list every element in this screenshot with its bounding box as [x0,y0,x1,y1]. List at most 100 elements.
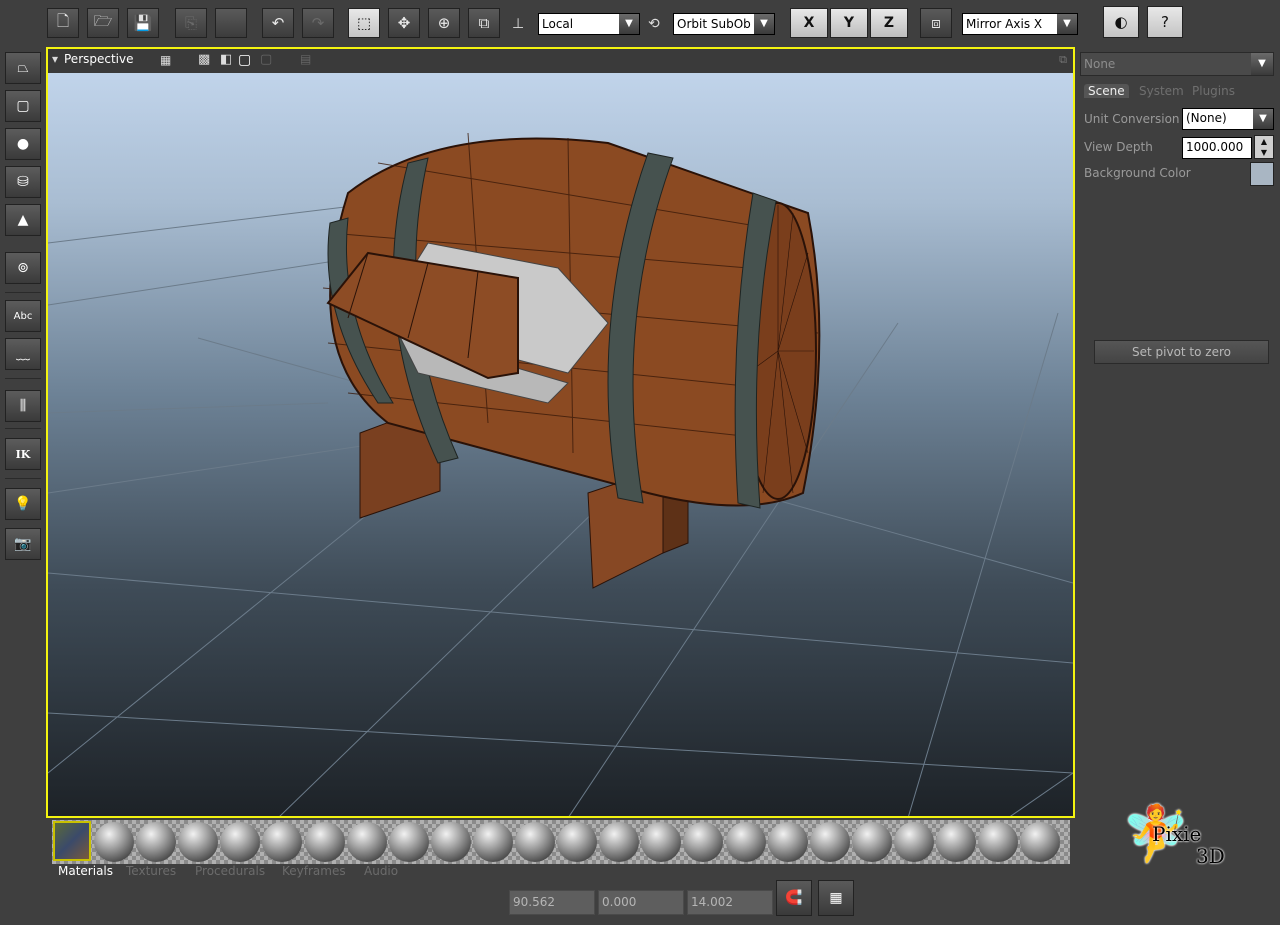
material-slot[interactable] [767,822,808,862]
wireframe-mode-icon[interactable]: ▢ [238,52,251,68]
material-slot[interactable] [809,822,850,862]
material-slot[interactable] [978,822,1019,862]
viewport-menu-arrow-icon[interactable]: ▾ [52,52,58,66]
toolbar-divider [5,478,41,479]
tab-system[interactable]: System [1139,84,1184,98]
object-select[interactable]: None ▼ [1080,52,1274,76]
help-icon: ? [1161,13,1169,31]
view-depth-spinner[interactable]: ▲ ▼ [1254,135,1274,159]
create-cube-button[interactable]: ▢ [5,90,41,122]
material-slot[interactable] [178,822,219,862]
material-slot[interactable] [936,822,976,862]
cylinder-icon: ⛁ [17,174,29,190]
spinner-up-icon[interactable]: ▲ [1255,136,1273,147]
material-slot[interactable] [1020,822,1061,862]
axis-z-toggle[interactable]: Z [870,8,908,38]
material-slot[interactable] [136,822,177,862]
mirror-axis-select[interactable]: Mirror Axis X ▼ [962,13,1078,35]
coord-space-select[interactable]: Local ▼ [538,13,640,35]
set-pivot-button[interactable]: Set pivot to zero [1094,340,1269,364]
coord-y-value: 0.000 [602,895,637,909]
set-pivot-label: Set pivot to zero [1132,345,1231,359]
material-slot[interactable] [388,822,429,862]
create-camera-button[interactable]: 📷 [5,528,41,560]
viewport-header: ▾ Perspective ▦ ▩ ◧ ▢ ▢ ▤ ⧉ [48,49,1073,73]
material-slot[interactable] [599,822,640,862]
axis-y-toggle[interactable]: Y [830,8,868,38]
create-cone-button[interactable]: ▲ [5,204,41,236]
coord-z-field[interactable]: 14.002 [687,890,773,915]
coord-x-field[interactable]: 90.562 [509,890,595,915]
mirror-button[interactable]: ⧈ [920,8,952,38]
material-slot[interactable] [557,822,598,862]
tab-materials[interactable]: Materials [58,864,113,878]
copy-button[interactable]: ⎘ [175,8,207,38]
undo-button[interactable]: ↶ [262,8,294,38]
view-depth-input[interactable]: 1000.000 [1182,137,1252,159]
coord-y-field[interactable]: 0.000 [598,890,684,915]
create-text-button[interactable]: Abc [5,300,41,332]
move-tool-button[interactable]: ✥ [388,8,420,38]
paste-button[interactable] [215,8,247,38]
orbit-mode-value: Orbit SubOb [677,17,751,31]
scale-tool-button[interactable]: ⧉ [468,8,500,38]
bones-button[interactable]: ⫼ [5,390,41,422]
viewport-perspective[interactable]: ▾ Perspective ▦ ▩ ◧ ▢ ▢ ▤ ⧉ [46,47,1075,818]
chevron-down-icon: ▼ [619,14,639,34]
grid-toggle-icon[interactable]: ▦ [160,53,171,67]
render-button[interactable]: ◐ [1103,6,1139,38]
material-slot[interactable] [725,822,766,862]
maximize-viewport-icon[interactable]: ⧉ [1059,53,1067,67]
select-tool-button[interactable]: ⬚ [348,8,380,38]
unit-conversion-select[interactable]: (None) ▼ [1182,108,1274,130]
coord-z-value: 14.002 [691,895,733,909]
new-file-button[interactable]: 🗋 [47,8,79,38]
spinner-down-icon[interactable]: ▼ [1255,147,1273,158]
create-light-button[interactable]: 💡 [5,488,41,520]
redo-button[interactable]: ↷ [302,8,334,38]
help-button[interactable]: ? [1147,6,1183,38]
material-slot[interactable] [94,822,134,862]
tab-scene[interactable]: Scene [1084,84,1129,98]
viewport-title[interactable]: Perspective [64,52,134,66]
open-file-button[interactable]: 🗁 [87,8,119,38]
light-bulb-icon: 💡 [14,496,32,512]
tab-textures[interactable]: Textures [126,864,176,878]
checker-texture-icon[interactable]: ▩ [198,52,210,67]
material-slot[interactable] [346,822,387,862]
create-torus-button[interactable]: ⊚ [5,252,41,284]
material-slot[interactable] [472,822,513,862]
background-color-swatch[interactable] [1250,162,1274,186]
create-sphere-button[interactable]: ● [5,128,41,160]
snap-object-button[interactable]: 🧲 [776,880,812,916]
layer-icon[interactable]: ▤ [300,52,311,66]
tab-plugins[interactable]: Plugins [1192,84,1235,98]
axis-x-toggle[interactable]: X [790,8,828,38]
material-slot[interactable] [893,822,934,862]
ik-button[interactable]: IK [5,438,41,470]
save-button[interactable]: 💾 [127,8,159,38]
tab-audio[interactable]: Audio [364,864,398,878]
copy-icon: ⎘ [184,14,197,32]
create-cylinder-button[interactable]: ⛁ [5,166,41,198]
material-slot[interactable] [515,822,555,862]
mirror-icon: ⧈ [931,14,941,32]
create-curve-button[interactable]: ﹏ [5,338,41,370]
chevron-down-icon: ▼ [754,14,774,34]
tab-keyframes[interactable]: Keyframes [282,864,346,878]
bounding-box-icon[interactable]: ▢ [260,52,272,67]
tab-procedurals[interactable]: Procedurals [195,864,265,878]
create-plane-button[interactable]: ⏢ [5,52,41,84]
material-slot-active[interactable] [53,821,91,861]
axis-x-label: X [803,15,815,31]
material-slot[interactable] [304,822,345,862]
orbit-mode-select[interactable]: Orbit SubOb ▼ [673,13,775,35]
shaded-mode-icon[interactable]: ◧ [220,52,232,67]
coord-space-value: Local [542,17,574,31]
unit-conversion-label: Unit Conversion [1084,112,1180,126]
rotate-tool-button[interactable]: ⊕ [428,8,460,38]
material-slot[interactable] [430,822,471,862]
bones-icon: ⫼ [19,398,27,414]
material-slot[interactable] [851,822,892,862]
snap-grid-button[interactable]: ▦ [818,880,854,916]
